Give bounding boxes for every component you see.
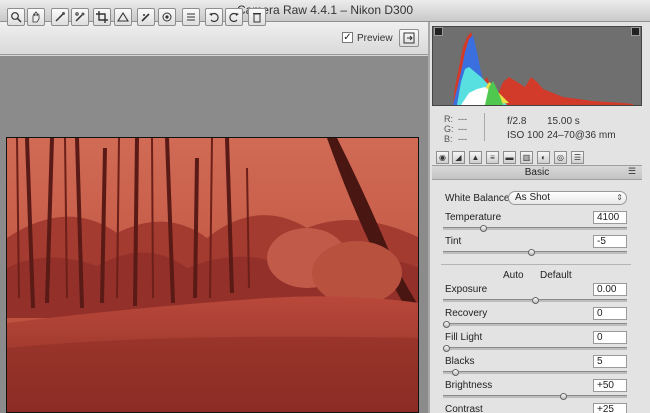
slider-thumb[interactable]	[452, 369, 459, 376]
retouch-icon[interactable]	[137, 8, 155, 26]
tab-hsl[interactable]: ≡	[486, 151, 499, 164]
red-eye-icon[interactable]	[158, 8, 176, 26]
presets-icon[interactable]	[182, 8, 200, 26]
fullscreen-button[interactable]	[399, 29, 419, 47]
rotate-right-icon[interactable]	[225, 8, 243, 26]
slider-label: Contrast	[445, 404, 483, 413]
histogram	[432, 26, 642, 106]
slider-track[interactable]	[443, 345, 627, 352]
slider-label: Recovery	[445, 308, 488, 319]
slider-label: Temperature	[445, 212, 502, 223]
white-balance-select[interactable]: As Shot ⇕	[508, 191, 627, 205]
slider-track[interactable]	[443, 297, 627, 304]
slider-value-field[interactable]: 0.00	[593, 283, 627, 296]
slider-track[interactable]	[443, 321, 627, 328]
slider-value-field[interactable]: 0	[593, 331, 627, 344]
straighten-icon[interactable]	[114, 8, 132, 26]
slider-label: Fill Light	[445, 332, 483, 343]
default-button[interactable]: Default	[540, 270, 572, 281]
info-divider	[484, 113, 485, 141]
aperture: f/2.8	[507, 116, 527, 127]
white-balance-value: As Shot	[515, 192, 551, 203]
slider-thumb[interactable]	[528, 249, 535, 256]
white-balance-icon[interactable]	[51, 8, 69, 26]
auto-button[interactable]: Auto	[503, 270, 524, 281]
slider-value-field[interactable]: 4100	[593, 211, 627, 224]
color-sampler-icon[interactable]	[71, 8, 89, 26]
slider-thumb[interactable]	[480, 225, 487, 232]
panel-menu-icon[interactable]: ☰	[628, 166, 636, 177]
photo-preview[interactable]	[6, 137, 419, 413]
slider-track[interactable]	[443, 225, 627, 232]
slider-label: Tint	[445, 236, 462, 247]
slider-thumb[interactable]	[443, 321, 450, 328]
slider-value-field[interactable]: 0	[593, 307, 627, 320]
b-label: B:	[444, 134, 453, 144]
slider-track[interactable]	[443, 393, 627, 400]
slider-value-field[interactable]: +50	[593, 379, 627, 392]
b-value: ---	[458, 134, 467, 144]
tab-tone-curve[interactable]: ◢	[452, 151, 465, 164]
slider-label: Blacks	[445, 356, 475, 367]
separator	[441, 264, 631, 265]
r-value: ---	[458, 114, 467, 124]
slider-thumb[interactable]	[532, 297, 539, 304]
tab-presets[interactable]: ◎	[554, 151, 567, 164]
slider-thumb[interactable]	[560, 393, 567, 400]
crop-icon[interactable]	[93, 8, 111, 26]
tab-camera-calibration[interactable]: ◐	[537, 151, 550, 164]
shutter-speed: 15.00 s	[547, 116, 580, 127]
section-title: Basic	[432, 166, 642, 180]
tab-lens[interactable]: ▥	[520, 151, 533, 164]
chevron-updown-icon: ⇕	[616, 193, 623, 202]
slider-thumb[interactable]	[443, 345, 450, 352]
slider-label: Brightness	[445, 380, 493, 391]
shadow-clipping-icon[interactable]	[434, 27, 443, 36]
slider-track[interactable]	[443, 249, 627, 256]
tab-snapshots[interactable]: ☰	[571, 151, 584, 164]
slider-value-field[interactable]: +25	[593, 403, 627, 413]
lens-info: 24–70@36 mm	[547, 130, 616, 141]
iso: ISO 100	[507, 130, 544, 141]
trash-icon[interactable]	[248, 8, 266, 26]
highlight-clipping-icon[interactable]	[631, 27, 640, 36]
g-value: ---	[458, 124, 467, 134]
slider-value-field[interactable]: -5	[593, 235, 627, 248]
tab-detail[interactable]: ▲	[469, 151, 482, 164]
r-label: R:	[444, 114, 453, 124]
slider-label: Exposure	[445, 284, 488, 295]
tab-split-toning[interactable]: ▬	[503, 151, 516, 164]
preview-label: Preview	[357, 33, 393, 44]
white-balance-label: White Balance:	[445, 193, 513, 204]
zoom-icon[interactable]	[7, 8, 25, 26]
tab-basic[interactable]: ◉	[436, 151, 449, 164]
rotate-left-icon[interactable]	[205, 8, 223, 26]
preview-checkbox[interactable]: ✓	[342, 32, 353, 43]
slider-value-field[interactable]: 5	[593, 355, 627, 368]
slider-track[interactable]	[443, 369, 627, 376]
g-label: G:	[444, 124, 454, 134]
hand-icon[interactable]	[27, 8, 45, 26]
